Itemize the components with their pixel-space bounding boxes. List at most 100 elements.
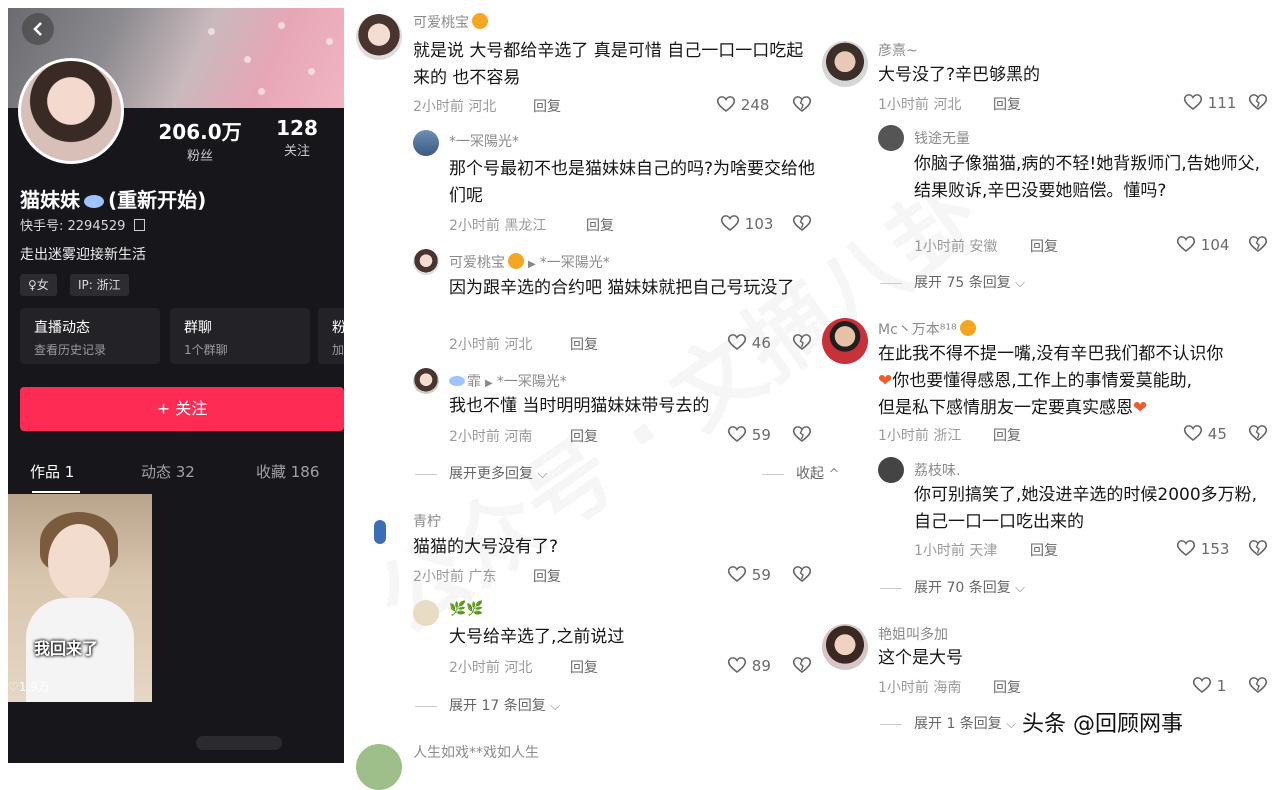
like-button[interactable]: 103	[720, 214, 773, 233]
broken-heart-icon	[1248, 236, 1268, 253]
dislike-button[interactable]	[792, 656, 812, 675]
like-count: 46	[751, 334, 771, 352]
reply-text: 你脑子像猫猫,病的不轻!她背叛师门,告她师父,结果败诉,辛巴没要她赔偿。懂吗?	[914, 154, 1261, 201]
avatar[interactable]	[878, 457, 904, 483]
reply-username[interactable]: 🌿🌿	[449, 601, 484, 617]
dislike-button[interactable]	[1248, 424, 1268, 443]
avatar[interactable]	[413, 368, 439, 394]
reply-arrow-icon: ▶	[528, 259, 536, 270]
lion-badge-icon	[959, 320, 976, 336]
like-button[interactable]: 59	[727, 425, 771, 444]
dislike-button[interactable]	[1248, 676, 1268, 695]
comment-username[interactable]: 艳姐叫多加	[878, 624, 948, 644]
expand-replies[interactable]: 展开 70 条回复 ⌵	[880, 577, 1025, 597]
broken-heart-icon	[792, 426, 812, 443]
followers-stat[interactable]: 206.0万 粉丝	[154, 116, 246, 164]
avatar[interactable]	[18, 58, 124, 164]
reply-meta: 2小时前 黑龙江	[449, 218, 547, 234]
reply-button[interactable]: 回复	[1030, 540, 1058, 560]
comment-text: 就是说 大号都给辛选了 真是可惜 自己一口一口吃起来的 也不容易	[413, 41, 804, 88]
avatar[interactable]	[413, 249, 439, 275]
avatar[interactable]	[822, 624, 868, 670]
tab-moments[interactable]: 动态 32	[141, 461, 195, 482]
reply-button[interactable]: 回复	[533, 566, 561, 586]
copy-icon[interactable]	[133, 219, 145, 231]
reply-button[interactable]: 回复	[993, 677, 1021, 697]
reply-username[interactable]: 荔枝味.	[914, 460, 960, 480]
avatar[interactable]	[413, 600, 439, 626]
avatar[interactable]	[356, 14, 402, 60]
expand-replies[interactable]: 展开 75 条回复 ⌵	[880, 272, 1025, 292]
reply-username[interactable]: *一冞陽光*	[449, 131, 519, 151]
dislike-button[interactable]	[1248, 93, 1268, 112]
comment-username[interactable]: 青柠	[413, 511, 441, 531]
reply-username[interactable]: 钱途无量	[914, 128, 970, 148]
avatar[interactable]	[362, 516, 396, 550]
heart-icon	[727, 566, 747, 583]
collapse-replies[interactable]: 收起 ^	[762, 463, 839, 483]
like-button[interactable]: 104	[1176, 235, 1229, 254]
expand-replies[interactable]: 展开 17 条回复 ⌵	[415, 695, 560, 715]
dislike-button[interactable]	[792, 565, 812, 584]
expand-label: 展开 1 条回复	[914, 716, 1002, 732]
blurred-text	[196, 736, 282, 750]
heart-icon	[727, 657, 747, 674]
comment-username[interactable]: Mc丶万本⁸¹⁸	[878, 319, 976, 339]
reply-button[interactable]: 回复	[993, 425, 1021, 445]
reply-button[interactable]: 回复	[570, 334, 598, 354]
broken-heart-icon	[792, 215, 812, 232]
reply-button[interactable]: 回复	[570, 657, 598, 677]
tab-works[interactable]: 作品 1	[30, 461, 74, 482]
comment-text: 猫猫的大号没有了?	[413, 537, 559, 557]
username-text: 可爱桃宝	[449, 255, 505, 271]
tab-favorites[interactable]: 收藏 186	[256, 461, 319, 482]
comment-username[interactable]: 可爱桃宝	[413, 12, 488, 32]
dislike-button[interactable]	[792, 95, 812, 114]
video-thumbnail[interactable]: 我回来了 ♡1.9万	[8, 494, 152, 702]
reply-meta: 2小时前 河北	[449, 337, 533, 353]
comment-meta: 2小时前 河北	[413, 99, 497, 115]
back-button[interactable]	[22, 13, 54, 45]
like-button[interactable]: 248	[716, 95, 769, 114]
reply-button[interactable]: 回复	[570, 426, 598, 446]
comment-username[interactable]: 彦熹~	[878, 40, 918, 60]
dislike-button[interactable]	[792, 333, 812, 352]
avatar[interactable]	[413, 130, 439, 156]
like-count: 104	[1200, 236, 1230, 254]
reply-button[interactable]: 回复	[1030, 236, 1058, 256]
following-stat[interactable]: 128 关注	[264, 116, 330, 159]
comment-text: 这个是大号	[878, 648, 963, 668]
like-button[interactable]: 46	[727, 333, 771, 352]
reply-button[interactable]: 回复	[586, 215, 614, 235]
like-button[interactable]: 153	[1176, 539, 1229, 558]
comment-line: 但是私下感情朋友一定要真实感恩❤	[878, 395, 1278, 422]
expand-more-replies[interactable]: 展开更多回复 ⌵	[415, 463, 547, 483]
dislike-button[interactable]	[792, 214, 812, 233]
reply-username[interactable]: 可爱桃宝 ▶ *一冞陽光*	[449, 252, 610, 272]
avatar[interactable]	[822, 41, 868, 87]
expand-replies[interactable]: 展开 1 条回复 ⌵	[880, 713, 1016, 733]
ip-tag: IP: 浙江	[70, 274, 129, 296]
like-button[interactable]: 1	[1192, 676, 1226, 695]
reply-button[interactable]: 回复	[993, 94, 1021, 114]
avatar[interactable]	[356, 744, 402, 790]
avatar[interactable]	[878, 125, 904, 151]
dislike-button[interactable]	[1248, 235, 1268, 254]
reply-username[interactable]: 霏 ▶ *一冞陽光*	[449, 371, 567, 391]
fans-card[interactable]: 粉 加	[318, 308, 344, 364]
group-chat-card[interactable]: 群聊 1个群聊	[170, 308, 310, 364]
back-arrow-icon	[33, 22, 42, 36]
follow-button[interactable]: + 关注	[20, 387, 344, 431]
username-text: 霏	[467, 374, 481, 390]
avatar[interactable]	[822, 318, 868, 364]
live-card[interactable]: 直播动态 查看历史记录	[20, 308, 160, 364]
like-button[interactable]: 89	[727, 656, 771, 675]
dislike-button[interactable]	[1248, 539, 1268, 558]
like-button[interactable]: 59	[727, 565, 771, 584]
like-button[interactable]: 45	[1183, 424, 1227, 443]
comment-username[interactable]: 人生如戏**戏如人生	[413, 742, 539, 762]
dislike-button[interactable]	[792, 425, 812, 444]
tab-indicator	[32, 491, 80, 493]
reply-button[interactable]: 回复	[533, 96, 561, 116]
like-button[interactable]: 111	[1183, 93, 1236, 112]
